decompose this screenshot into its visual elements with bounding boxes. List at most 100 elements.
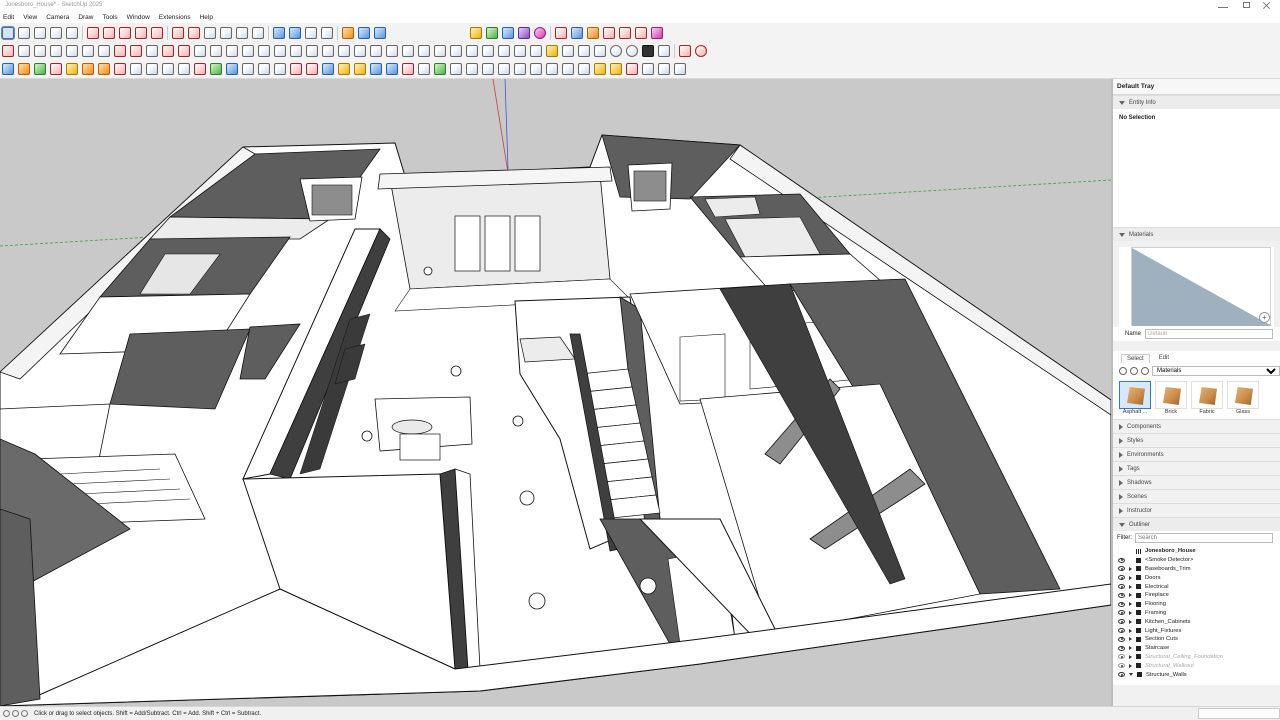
menu-tools[interactable]: Tools (102, 14, 117, 21)
expand-icon[interactable] (1129, 663, 1132, 668)
arc-icon[interactable] (98, 63, 110, 75)
expand-icon[interactable] (1129, 619, 1132, 624)
section-display-icon[interactable] (594, 45, 606, 57)
extension-cube-icon[interactable] (358, 27, 370, 39)
position-camera-icon[interactable] (258, 45, 270, 57)
previous-view-icon[interactable] (322, 45, 334, 57)
extension-magenta-icon[interactable] (534, 27, 546, 39)
push-pull-tool-icon[interactable] (87, 27, 99, 39)
eye-hidden-icon[interactable] (1118, 654, 1125, 660)
walk-icon[interactable] (274, 45, 286, 57)
scenes-header[interactable]: Scenes (1113, 489, 1280, 503)
extension-red-arrow-3-icon[interactable] (619, 27, 631, 39)
eye-icon[interactable] (1118, 566, 1125, 572)
expand-icon[interactable] (1129, 610, 1132, 615)
trim-icon[interactable] (258, 63, 270, 75)
outliner-item[interactable]: Doors (1113, 573, 1280, 582)
ext-6-icon[interactable] (370, 63, 382, 75)
measurements-box[interactable] (1198, 708, 1280, 719)
orbit-tool-icon[interactable] (204, 27, 216, 39)
expand-icon[interactable] (1129, 602, 1132, 607)
eye-icon[interactable] (1118, 619, 1125, 625)
circle-icon[interactable] (114, 63, 126, 75)
outliner-item[interactable]: Electrical (1113, 582, 1280, 591)
eye-icon[interactable] (1118, 645, 1125, 651)
wireframe-icon[interactable] (466, 45, 478, 57)
sandbox-add-detail-icon[interactable] (66, 63, 78, 75)
ext-9-icon[interactable] (418, 63, 430, 75)
extension-red-icon[interactable] (679, 45, 691, 57)
material-thumb-fabric[interactable]: Fabric (1191, 381, 1223, 415)
extension-red-arrow-icon[interactable] (555, 27, 567, 39)
extension-red-round-icon[interactable] (695, 45, 707, 57)
eye-icon[interactable] (1118, 584, 1125, 590)
expand-icon[interactable] (1129, 654, 1132, 659)
eraser-tool-icon[interactable] (18, 27, 30, 39)
pie-icon[interactable] (178, 63, 190, 75)
ext-7-icon[interactable] (386, 63, 398, 75)
subtract-icon[interactable] (242, 63, 254, 75)
component-icon[interactable] (546, 45, 558, 57)
environments-header[interactable]: Environments (1113, 447, 1280, 461)
outliner-item[interactable]: Fireplace (1113, 591, 1280, 600)
home-icon[interactable] (1141, 367, 1149, 375)
outliner-search-input[interactable] (1135, 533, 1273, 543)
eye-icon[interactable] (1118, 636, 1125, 642)
ext-15-icon[interactable] (514, 63, 526, 75)
entity-info-header[interactable]: Entity Info (1113, 95, 1280, 109)
outliner-item[interactable]: Kitchen_Cabinets (1113, 617, 1280, 626)
expand-icon[interactable] (1129, 593, 1132, 598)
outliner-item[interactable]: Staircase (1113, 644, 1280, 653)
extension-orange-arrow-icon[interactable] (587, 27, 599, 39)
dimension-icon[interactable] (162, 45, 174, 57)
group-icon[interactable] (562, 45, 574, 57)
sandbox-flip-edge-icon[interactable] (82, 63, 94, 75)
offset-icon[interactable] (130, 45, 142, 57)
ext-2-icon[interactable] (306, 63, 318, 75)
eye-icon[interactable] (1118, 575, 1125, 581)
expand-icon[interactable] (1129, 584, 1132, 589)
eye-icon[interactable] (1118, 672, 1125, 678)
ext-11-icon[interactable] (450, 63, 462, 75)
eye-icon[interactable] (1118, 601, 1125, 607)
menu-extensions[interactable]: Extensions (159, 14, 191, 21)
solid-tools-icon[interactable] (342, 27, 354, 39)
credits-icon[interactable] (12, 710, 19, 717)
ext-24-icon[interactable] (658, 63, 670, 75)
outliner-item[interactable]: Framing (1113, 609, 1280, 618)
eye-icon[interactable] (1118, 610, 1125, 616)
protractor-icon[interactable] (178, 45, 190, 57)
axes-icon[interactable] (210, 45, 222, 57)
tape-measure-2-icon[interactable] (146, 45, 158, 57)
material-swatch[interactable] (1131, 247, 1272, 326)
ext-3-icon[interactable] (322, 63, 334, 75)
warehouse-icon[interactable] (273, 27, 285, 39)
shaded-textures-icon[interactable] (514, 45, 526, 57)
ext-13-icon[interactable] (482, 63, 494, 75)
outliner-item[interactable]: Section Cuts (1113, 635, 1280, 644)
forward-icon[interactable] (1130, 367, 1138, 375)
refresh-icon[interactable] (610, 45, 622, 57)
ext-5-icon[interactable] (354, 63, 366, 75)
paint-bucket-icon[interactable] (188, 27, 200, 39)
ext-19-icon[interactable] (578, 63, 590, 75)
maximize-icon[interactable] (1243, 2, 1250, 8)
move-tool-icon[interactable] (103, 27, 115, 39)
sync-icon[interactable] (626, 45, 638, 57)
xray-icon[interactable] (450, 45, 462, 57)
ext-16-icon[interactable] (530, 63, 542, 75)
outliner-item[interactable]: Structure_Walls (1113, 670, 1280, 679)
right-view-icon[interactable] (402, 45, 414, 57)
shadows-header[interactable]: Shadows (1113, 475, 1280, 489)
sandbox-diamond-icon[interactable] (2, 63, 14, 75)
scale-tool-icon[interactable] (135, 27, 147, 39)
back-view-icon[interactable] (418, 45, 430, 57)
menu-window[interactable]: Window (127, 14, 150, 21)
model-viewport[interactable] (0, 79, 1111, 706)
export-icon[interactable] (658, 45, 670, 57)
back-icon[interactable] (1119, 367, 1127, 375)
freehand-icon[interactable] (146, 63, 158, 75)
select-arrow-icon[interactable] (2, 45, 14, 57)
layout-icon[interactable] (305, 27, 317, 39)
geo-location-icon[interactable] (3, 710, 10, 717)
